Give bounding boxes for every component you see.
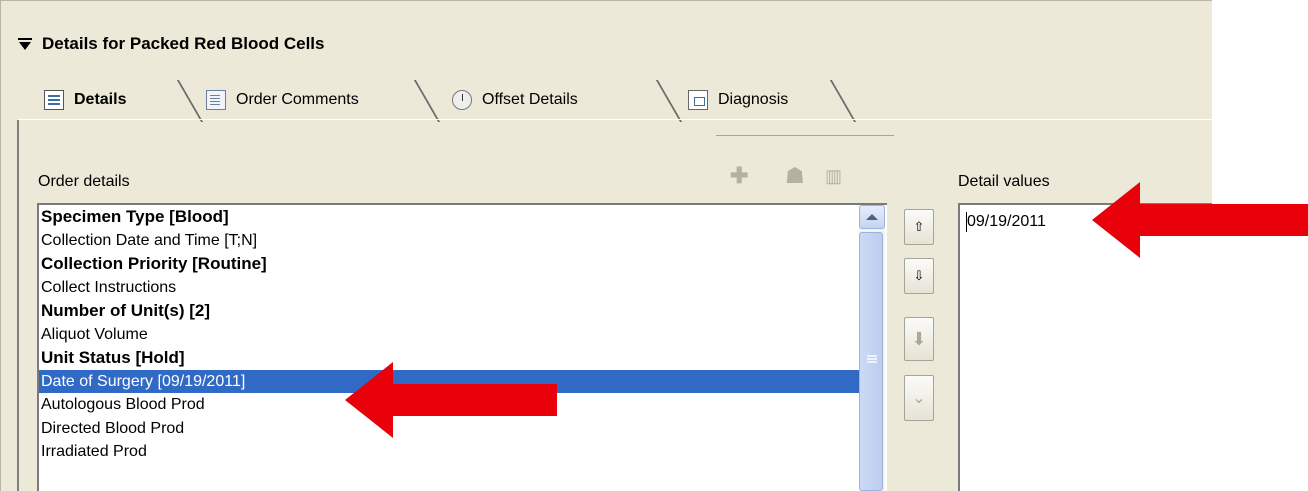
tab-separator [413, 80, 441, 122]
tab-separator [655, 80, 683, 122]
list-item[interactable]: Aliquot Volume [39, 323, 859, 347]
move-up-button[interactable]: ⇧ [904, 209, 934, 245]
scroll-up-button[interactable] [859, 205, 885, 229]
chart-icon[interactable]: ▥ [825, 166, 842, 187]
tab-label: Details [74, 91, 127, 108]
tab-divider [655, 80, 683, 122]
details-icon [44, 90, 64, 110]
annotation-arrow-left [345, 362, 557, 438]
arrow-shape [1092, 182, 1308, 258]
tab-divider [413, 80, 441, 122]
diagnosis-icon [688, 90, 708, 110]
chevron-up-icon [866, 214, 878, 220]
tab-details[interactable]: Details [44, 80, 126, 120]
panel-border [0, 0, 1212, 1]
collapse-icon[interactable] [18, 37, 32, 51]
move-up-icon: ⇧ [913, 219, 925, 234]
list-scrollbar[interactable] [859, 205, 885, 491]
tab-separator [176, 80, 204, 122]
panel-border [0, 0, 1, 491]
order-details-list[interactable]: Specimen Type [Blood] Collection Date an… [37, 203, 887, 491]
section-title: Details for Packed Red Blood Cells [42, 34, 325, 53]
grip-icon [867, 355, 877, 357]
tab-offset-details[interactable]: Offset Details [452, 80, 578, 120]
move-down-icon: ⇩ [913, 268, 925, 283]
list-item[interactable]: Collection Date and Time [T;N] [39, 229, 859, 253]
order-details-panel: Details for Packed Red Blood Cells Detai… [0, 0, 1212, 491]
arrow-shape [345, 362, 557, 438]
double-chevron-down-icon: ⌄ [912, 390, 926, 407]
detail-icon[interactable]: ☗ [785, 163, 805, 189]
add-icon[interactable]: ✚ [730, 163, 748, 189]
arrow-down-icon: ⬇ [911, 328, 927, 349]
list-item[interactable]: Irradiated Prod [39, 440, 859, 464]
tab-label: Offset Details [482, 91, 578, 108]
section-header[interactable]: Details for Packed Red Blood Cells [18, 33, 324, 55]
move-down-button[interactable]: ⇩ [904, 258, 934, 294]
tab-order-comments[interactable]: Order Comments [206, 80, 359, 120]
clock-icon [452, 90, 472, 110]
tab-diagnosis[interactable]: Diagnosis [688, 80, 788, 120]
detail-value[interactable]: 09/19/2011 [967, 213, 1046, 231]
detail-values-label: Detail values [958, 173, 1050, 190]
tab-label: Order Comments [236, 91, 359, 108]
scroll-thumb[interactable] [859, 232, 883, 491]
list-item[interactable]: Collection Priority [Routine] [39, 252, 859, 276]
list-item[interactable]: Specimen Type [Blood] [39, 205, 859, 229]
order-details-label: Order details [38, 173, 130, 190]
move-bottom-button[interactable]: ⬇ [904, 317, 934, 361]
tab-divider [176, 80, 204, 122]
toolbar-divider [716, 135, 894, 136]
tab-label: Diagnosis [718, 91, 789, 108]
tab-separator [829, 80, 857, 122]
annotation-arrow-right [1092, 182, 1308, 258]
tab-divider [829, 80, 857, 122]
list-item[interactable]: Collect Instructions [39, 276, 859, 300]
comments-icon [206, 90, 226, 110]
next-required-button[interactable]: ⌄ [904, 375, 934, 421]
list-item[interactable]: Number of Unit(s) [2] [39, 299, 859, 323]
